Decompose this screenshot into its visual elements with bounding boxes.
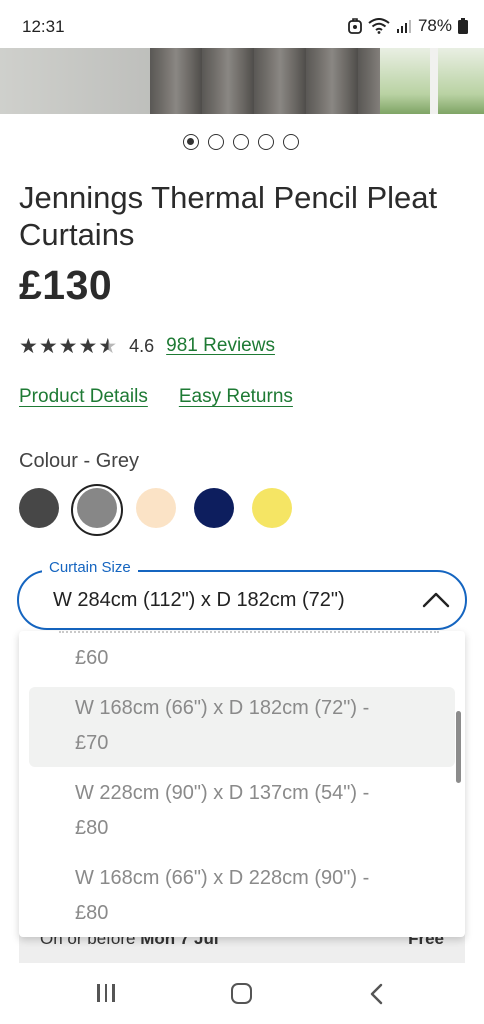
dropdown-scroll-fade [59,631,439,637]
status-bar: 12:31 78% [0,0,484,46]
easy-returns-link[interactable]: Easy Returns [179,386,293,408]
half-star-icon: ★ [98,334,118,358]
dropdown-scrollbar[interactable] [456,711,461,783]
status-time: 12:31 [22,17,65,36]
signal-icon [396,20,411,33]
product-image[interactable] [0,48,484,114]
product-price: £130 [19,262,113,308]
home-icon[interactable] [231,983,252,1004]
carousel-dot[interactable] [183,134,199,150]
dropdown-option[interactable]: W 228cm (90") x D 137cm (54") - £80 [75,776,369,846]
option-text: W 168cm (66") x D 182cm (72") - [75,697,370,719]
battery-percent: 78% [417,16,452,35]
carousel-dots [183,134,299,150]
data-saver-icon [348,18,362,34]
option-price: £80 [75,902,109,924]
status-icons: 78% [348,16,468,36]
colour-label: Colour - Grey [19,450,140,472]
system-nav-bar [0,966,484,1024]
option-price: £80 [75,817,109,839]
curtain-size-label: Curtain Size [42,559,138,576]
star-rating: ★ ★ ★ ★ ★ [19,336,117,357]
option-price: £70 [75,732,109,754]
image-wall [0,48,160,114]
image-curtain [150,48,380,114]
option-text: £60 [75,647,109,669]
wifi-icon [368,18,390,34]
reviews-link[interactable]: 981 Reviews [166,335,275,357]
swatch-charcoal[interactable] [19,488,59,528]
curtain-size-value: W 284cm (112") x D 182cm (72") [53,589,345,611]
chevron-up-icon[interactable] [421,589,451,611]
star-icon: ★ [19,334,38,358]
battery-icon [458,18,468,34]
swatch-grey[interactable] [77,488,117,528]
carousel-dot[interactable] [283,134,299,150]
swatch-navy[interactable] [194,488,234,528]
star-icon: ★ [58,334,78,358]
recents-icon[interactable] [97,984,119,1004]
info-links: Product Details Easy Returns [19,386,293,408]
swatch-yellow[interactable] [252,488,292,528]
dropdown-option[interactable]: £60 [75,641,108,676]
option-text: W 168cm (66") x D 228cm (90") - [75,867,370,889]
star-icon: ★ [38,334,58,358]
curtain-size-dropdown[interactable]: £60 W 168cm (66") x D 182cm (72") - £70 … [19,631,465,937]
rating-row: ★ ★ ★ ★ ★ 4.6 981 Reviews [19,334,275,358]
carousel-dot[interactable] [258,134,274,150]
swatch-cream[interactable] [136,488,176,528]
product-details-link[interactable]: Product Details [19,386,148,408]
image-window-frame [430,48,438,114]
dropdown-option[interactable]: W 168cm (66") x D 228cm (90") - £80 [75,861,369,931]
back-icon[interactable] [367,982,387,1006]
carousel-dot[interactable] [233,134,249,150]
product-title: Jennings Thermal Pencil Pleat Curtains [19,180,438,252]
rating-value: 4.6 [129,335,155,356]
dropdown-option-selected[interactable]: W 168cm (66") x D 182cm (72") - £70 [75,691,369,761]
option-text: W 228cm (90") x D 137cm (54") - [75,782,370,804]
curtain-size-select[interactable]: W 284cm (112") x D 182cm (72") [17,570,467,630]
carousel-dot[interactable] [208,134,224,150]
star-icon: ★ [78,334,98,358]
